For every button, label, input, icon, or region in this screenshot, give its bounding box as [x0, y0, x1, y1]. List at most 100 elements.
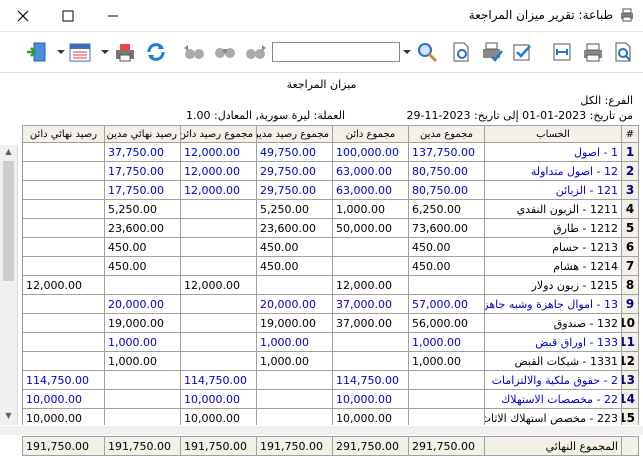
row-total-debit[interactable]: 1,000.00 [408, 332, 485, 352]
row-account[interactable]: 22 - مخصصات الاستهلاك [484, 389, 622, 409]
row-credit-balance[interactable] [180, 256, 257, 276]
row-final-credit[interactable]: 12,000.00 [22, 275, 105, 295]
row-final-debit[interactable] [104, 408, 181, 425]
scroll-up-icon[interactable]: ▲ [3, 147, 14, 157]
row-final-debit[interactable]: 37,750.00 [104, 142, 181, 162]
row-credit-balance[interactable] [180, 237, 257, 257]
row-index[interactable]: 10 [621, 313, 639, 333]
row-final-credit[interactable] [22, 161, 105, 181]
row-debit-balance[interactable]: 20,000.00 [256, 294, 333, 314]
refresh-button[interactable] [142, 38, 170, 66]
row-total-credit[interactable]: 12,000.00 [332, 275, 409, 295]
table-row[interactable]: 4 1211 - الزبون النقدي 6,250.00 1,000.00 5,2… [22, 199, 639, 219]
row-account[interactable]: 121 - الزبائن [484, 180, 622, 200]
row-index[interactable]: 12 [621, 351, 639, 371]
fit-width-button[interactable] [548, 38, 576, 66]
row-account[interactable]: 1211 - الزبون النقدي [484, 199, 622, 219]
search-button[interactable] [211, 38, 239, 66]
row-credit-balance[interactable]: 12,000.00 [180, 275, 257, 295]
row-final-credit[interactable] [22, 237, 105, 257]
row-total-debit[interactable] [408, 408, 485, 425]
table-row[interactable]: 11133 - اوراق قبض1,000.001,000.001,000.0… [22, 332, 639, 352]
row-debit-balance[interactable] [256, 408, 333, 425]
row-final-debit[interactable]: 1,000.00 [104, 351, 181, 371]
row-debit-balance[interactable]: 19,000.00 [256, 313, 333, 333]
row-total-credit[interactable] [332, 256, 409, 276]
col-header-final-credit[interactable]: رصيد نهائي دائن [22, 125, 105, 143]
row-debit-balance[interactable]: 29,750.00 [256, 161, 333, 181]
search-prev-button[interactable] [180, 38, 208, 66]
row-credit-balance[interactable]: 10,000.00 [180, 408, 257, 425]
row-credit-balance[interactable]: 12,000.00 [180, 180, 257, 200]
row-final-debit[interactable] [104, 275, 181, 295]
chevron-down-icon[interactable] [101, 48, 109, 56]
row-final-debit[interactable]: 1,000.00 [104, 332, 181, 352]
row-total-debit[interactable]: 57,000.00 [408, 294, 485, 314]
row-total-credit[interactable]: 114,750.00 [332, 370, 409, 390]
row-credit-balance[interactable] [180, 313, 257, 333]
row-final-credit[interactable] [22, 199, 105, 219]
table-row[interactable]: 132 - حقوق ملكية والالتزامات 114,750.00 11… [22, 370, 639, 390]
row-total-credit[interactable]: 10,000.00 [332, 389, 409, 409]
row-total-debit[interactable]: 80,750.00 [408, 180, 485, 200]
row-credit-balance[interactable]: 114,750.00 [180, 370, 257, 390]
col-header-total-credit[interactable]: مجموع دائن [332, 125, 409, 143]
row-total-debit[interactable]: 450.00 [408, 237, 485, 257]
row-total-credit[interactable]: 37,000.00 [332, 313, 409, 333]
row-total-debit[interactable]: 6,250.00 [408, 199, 485, 219]
close-button[interactable] [0, 0, 45, 31]
row-index[interactable]: 4 [621, 199, 639, 219]
row-account[interactable]: 12 - اصول متداولة [484, 161, 622, 181]
preview-button[interactable] [609, 38, 637, 66]
row-total-credit[interactable]: 100,000.00 [332, 142, 409, 162]
row-index[interactable]: 1 [621, 142, 639, 162]
row-index[interactable]: 2 [621, 161, 639, 181]
exit-button[interactable] [22, 38, 50, 66]
find-button[interactable] [413, 38, 441, 66]
row-account[interactable]: 1214 - هشام [484, 256, 622, 276]
row-final-credit[interactable]: 114,750.00 [22, 370, 105, 390]
row-final-debit[interactable] [104, 370, 181, 390]
row-index[interactable]: 7 [621, 256, 639, 276]
row-debit-balance[interactable] [256, 275, 333, 295]
row-account[interactable]: 2 - حقوق ملكية والالتزامات [484, 370, 622, 390]
row-index[interactable]: 5 [621, 218, 639, 238]
vertical-scrollbar[interactable]: ▲ ▼ [0, 145, 18, 425]
row-total-debit[interactable] [408, 275, 485, 295]
table-row[interactable]: 7 1214 - هشام 450.00 450.00 450.00 [22, 256, 639, 276]
row-final-debit[interactable]: 450.00 [104, 237, 181, 257]
row-final-debit[interactable]: 450.00 [104, 256, 181, 276]
row-index[interactable]: 11 [621, 332, 639, 352]
row-final-credit[interactable] [22, 351, 105, 371]
page-setup-button[interactable] [447, 38, 475, 66]
row-final-credit[interactable] [22, 294, 105, 314]
scroll-down-icon[interactable]: ▼ [3, 411, 14, 421]
col-header-total-debit[interactable]: مجموع مدين [408, 125, 485, 143]
search-next-button[interactable] [242, 38, 270, 66]
row-final-debit[interactable]: 17,750.00 [104, 180, 181, 200]
col-header-debit-balance[interactable]: مجموع رصيد مدين [256, 125, 333, 143]
table-row[interactable]: 11 - اصول 137,750.00 100,000.00 49,750.00 12… [22, 142, 639, 162]
row-debit-balance[interactable]: 1,000.00 [256, 351, 333, 371]
scroll-thumb[interactable] [3, 161, 14, 281]
row-index[interactable]: 3 [621, 180, 639, 200]
row-final-credit[interactable] [22, 256, 105, 276]
table-row[interactable]: 9 13 - اموال جاهزة وشبه جاهزة 57,000.00 37,… [22, 294, 639, 314]
row-total-credit[interactable]: 1,000.00 [332, 199, 409, 219]
row-total-debit[interactable] [408, 370, 485, 390]
row-index[interactable]: 9 [621, 294, 639, 314]
minimize-button[interactable] [90, 0, 135, 31]
maximize-button[interactable] [45, 0, 90, 31]
row-account[interactable]: 1 - اصول [484, 142, 622, 162]
chevron-down-icon[interactable] [57, 48, 65, 56]
row-total-debit[interactable]: 1,000.00 [408, 351, 485, 371]
print-selected-button[interactable] [508, 38, 536, 66]
print-color-button[interactable] [111, 38, 139, 66]
row-final-credit[interactable] [22, 313, 105, 333]
table-row[interactable]: 8 1215 - زبون دولار 12,000.00 12,000.00 12,0… [22, 275, 639, 295]
row-index[interactable]: 8 [621, 275, 639, 295]
row-final-credit[interactable] [22, 218, 105, 238]
row-total-debit[interactable]: 80,750.00 [408, 161, 485, 181]
row-final-debit[interactable] [104, 389, 181, 409]
chevron-down-icon[interactable] [403, 48, 411, 56]
